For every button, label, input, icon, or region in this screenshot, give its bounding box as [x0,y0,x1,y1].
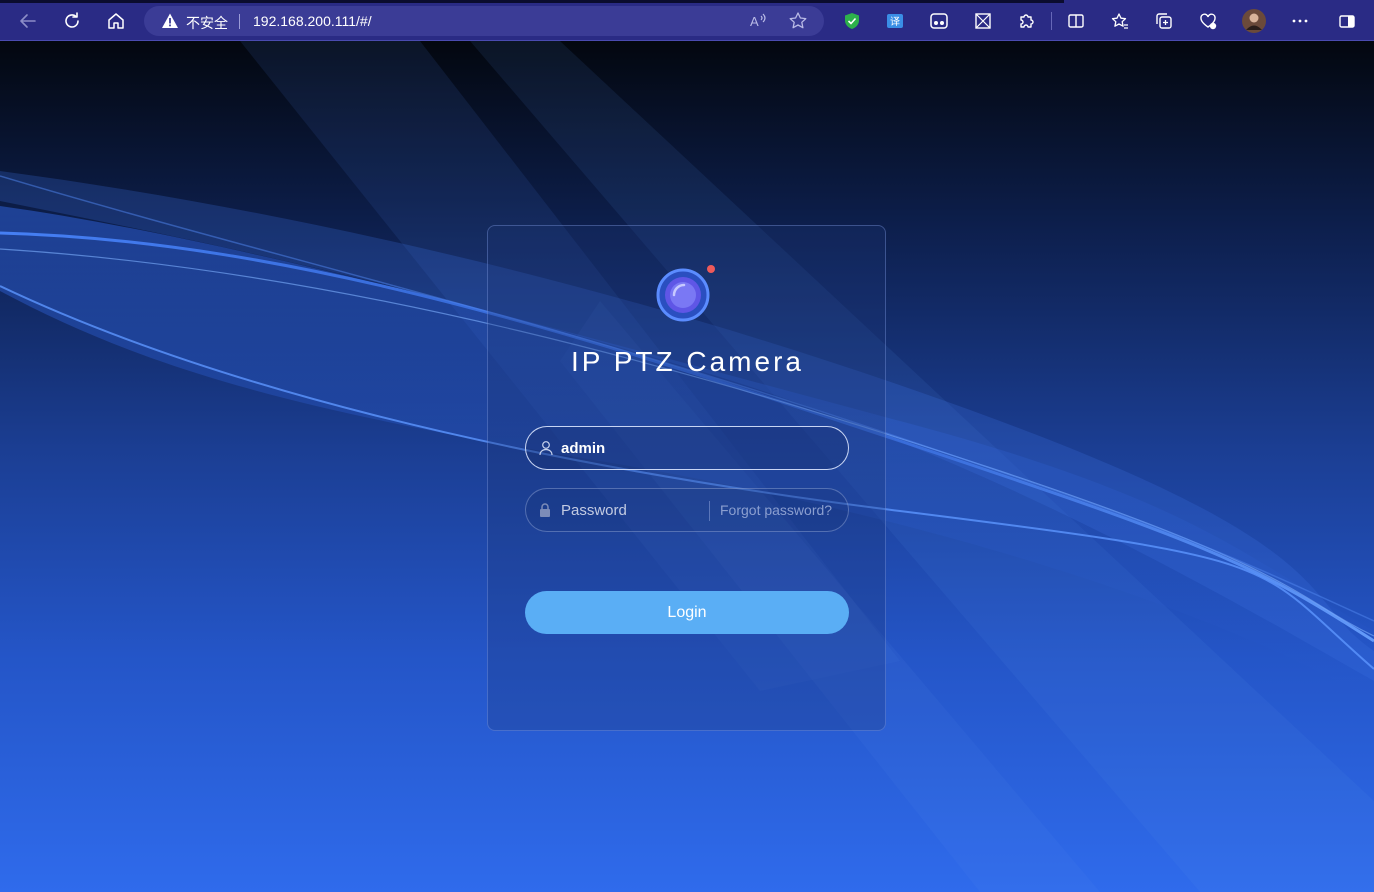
username-input[interactable] [561,436,731,460]
browser-health-button[interactable] [1194,7,1222,35]
profile-button[interactable] [1240,7,1268,35]
more-dots-icon [1292,19,1308,23]
collections-button[interactable] [1150,7,1178,35]
refresh-button[interactable] [58,7,86,35]
svg-text:译: 译 [890,16,900,28]
read-aloud-icon[interactable]: A [747,10,769,32]
heart-pulse-icon [1200,13,1217,30]
more-options-button[interactable] [1286,7,1314,35]
translate-icon: 译 [887,14,903,28]
address-bar[interactable]: 不安全 192.168.200.111/#/ A [144,6,824,36]
capture-icon [975,13,991,29]
url-text[interactable]: 192.168.200.111/#/ [253,13,372,29]
shield-icon [845,13,859,29]
address-divider [239,14,240,29]
glasses-icon [930,13,948,29]
sidebar-icon [1339,15,1355,28]
split-screen-button[interactable] [1062,7,1090,35]
login-button[interactable]: Login [525,591,849,634]
home-button[interactable] [102,7,130,35]
browser-toolbar: 不安全 192.168.200.111/#/ A 译 [0,0,1374,41]
lock-icon [540,503,550,517]
password-divider [709,501,710,521]
back-button[interactable] [14,7,42,35]
password-field[interactable]: Forgot password? [525,488,849,532]
puzzle-icon [1020,14,1034,28]
refresh-icon [65,12,79,28]
camera-logo-icon [656,265,715,322]
incognito-extension-button[interactable] [925,7,953,35]
warning-icon [162,13,178,28]
user-icon [539,441,553,456]
login-card: IP PTZ Camera Forgot password? Login [487,225,886,731]
security-status[interactable]: 不安全 [186,13,228,33]
screenshot-extension-button[interactable] [969,7,997,35]
avatar [1242,9,1266,33]
toolbar-divider [1051,12,1052,30]
svg-text:A: A [750,14,759,29]
login-page: IP PTZ Camera Forgot password? Login [0,41,1374,892]
adblock-extension-button[interactable] [838,7,866,35]
collections-icon [1156,13,1172,29]
favorites-button[interactable] [1106,7,1134,35]
home-icon [108,13,124,29]
password-input[interactable] [561,498,731,522]
extensions-button[interactable] [1013,7,1041,35]
loading-bar [0,0,1064,3]
username-field[interactable] [525,426,849,470]
sidebar-toggle-button[interactable] [1333,7,1361,35]
forgot-password-link[interactable]: Forgot password? [720,502,832,518]
translate-extension-button[interactable]: 译 [881,7,909,35]
favorite-star-icon[interactable] [787,10,809,32]
split-screen-icon [1068,14,1084,28]
back-arrow-icon [20,14,36,28]
page-title: IP PTZ Camera [571,346,804,377]
favorites-list-icon [1111,13,1128,29]
